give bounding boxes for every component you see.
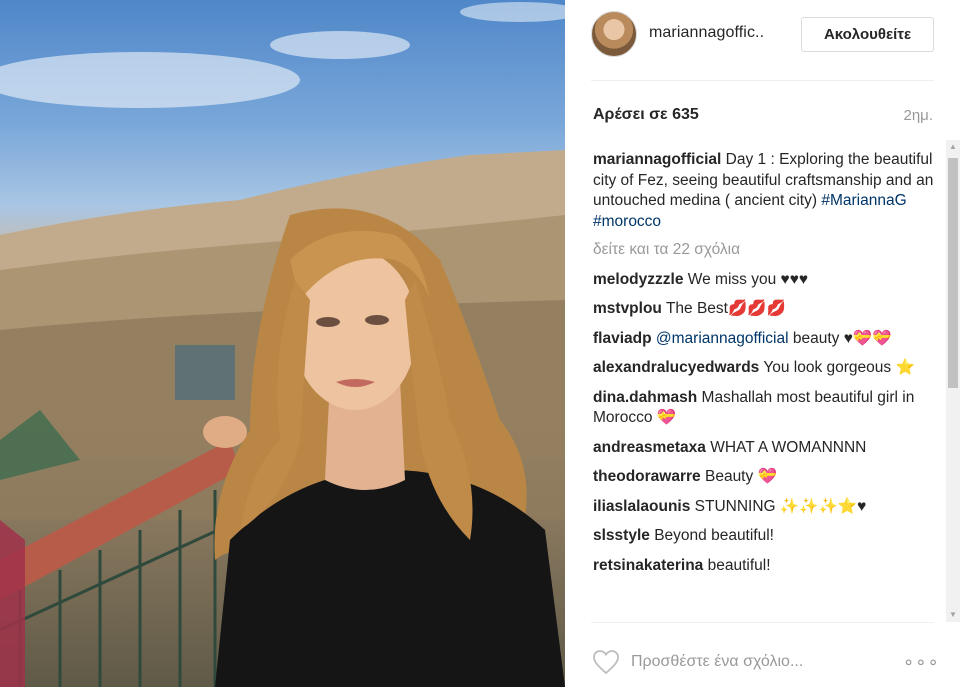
comment-input[interactable] bbox=[631, 647, 881, 677]
header-divider bbox=[591, 80, 934, 81]
comment-text: Beyond beautiful! bbox=[654, 527, 774, 544]
comment-item: alexandralucyedwards You look gorgeous ⭐ bbox=[593, 358, 938, 379]
comment-username[interactable]: retsinakaterina bbox=[593, 557, 703, 574]
caption-username[interactable]: mariannagofficial bbox=[593, 151, 721, 168]
comments-list: mariannagofficial Day 1 : Exploring the … bbox=[593, 150, 938, 620]
post-header: mariannagoffic.. Ακολουθείτε bbox=[565, 0, 960, 80]
comment-text: Beauty 💝 bbox=[704, 468, 777, 485]
avatar[interactable] bbox=[591, 11, 637, 57]
comment-item: theodorawarre Beauty 💝 bbox=[593, 467, 938, 488]
comment-text: WHAT A WOMANNNN bbox=[710, 438, 867, 456]
comment-text: You look gorgeous ⭐ bbox=[763, 359, 915, 376]
comment-item: iliaslalaounis STUNNING ✨✨✨⭐♥ bbox=[593, 497, 938, 518]
comment-item: melodyzzzle We miss you ♥♥♥ bbox=[593, 270, 938, 291]
post-time[interactable]: 2ημ. bbox=[904, 107, 934, 124]
post-side-panel: mariannagoffic.. Ακολουθείτε Αρέσει σε 6… bbox=[565, 0, 960, 687]
post-footer: ∘∘∘ bbox=[565, 622, 960, 687]
photo-illustration bbox=[0, 2, 565, 687]
likes-count[interactable]: Αρέσει σε 635 bbox=[593, 106, 699, 124]
comment-username[interactable]: melodyzzzle bbox=[593, 271, 683, 288]
comment-text: beautiful! bbox=[707, 556, 771, 574]
comment-item: slsstyle Beyond beautiful! bbox=[593, 526, 938, 547]
comment-text: STUNNING ✨✨✨⭐♥ bbox=[694, 497, 867, 515]
comment-text: The Best💋💋💋 bbox=[665, 300, 786, 317]
comments-scrollbar[interactable]: ▲ ▼ bbox=[946, 140, 960, 622]
hashtag-link[interactable]: #morocco bbox=[593, 213, 661, 230]
post-photo[interactable] bbox=[0, 0, 565, 687]
comment-username[interactable]: flaviadp bbox=[593, 330, 652, 347]
comment-item: andreasmetaxa WHAT A WOMANNNN bbox=[593, 438, 938, 459]
comment-mention-link[interactable]: @mariannagofficial bbox=[656, 330, 789, 347]
comment-username[interactable]: theodorawarre bbox=[593, 468, 701, 485]
comment-item: flaviadp @mariannagofficial beauty ♥💝💝 bbox=[593, 329, 938, 350]
post-caption: mariannagofficial Day 1 : Exploring the … bbox=[593, 150, 938, 232]
hashtag-link[interactable]: #MariannaG bbox=[821, 192, 906, 209]
post-username[interactable]: mariannagoffic.. bbox=[649, 24, 764, 42]
heart-icon[interactable] bbox=[592, 649, 620, 675]
comment-username[interactable]: alexandralucyedwards bbox=[593, 359, 759, 376]
comment-text: beauty ♥💝💝 bbox=[792, 329, 892, 347]
comment-username[interactable]: slsstyle bbox=[593, 527, 650, 544]
comment-text: We miss you ♥♥♥ bbox=[687, 270, 809, 288]
comment-item: mstvplou The Best💋💋💋 bbox=[593, 299, 938, 320]
comment-username[interactable]: mstvplou bbox=[593, 300, 662, 317]
view-all-comments-link[interactable]: δείτε και τα 22 σχόλια bbox=[593, 240, 938, 261]
more-options-icon[interactable]: ∘∘∘ bbox=[903, 652, 940, 673]
comment-username[interactable]: iliaslalaounis bbox=[593, 498, 690, 515]
comment-item: retsinakaterina beautiful! bbox=[593, 556, 938, 577]
scroll-down-arrow-icon[interactable]: ▼ bbox=[946, 608, 960, 622]
comment-username[interactable]: andreasmetaxa bbox=[593, 439, 706, 456]
scroll-up-arrow-icon[interactable]: ▲ bbox=[946, 140, 960, 154]
comment-item: dina.dahmash Mashallah most beautiful gi… bbox=[593, 388, 938, 429]
scrollbar-thumb[interactable] bbox=[948, 158, 958, 388]
follow-button[interactable]: Ακολουθείτε bbox=[801, 17, 934, 52]
comment-username[interactable]: dina.dahmash bbox=[593, 389, 697, 406]
